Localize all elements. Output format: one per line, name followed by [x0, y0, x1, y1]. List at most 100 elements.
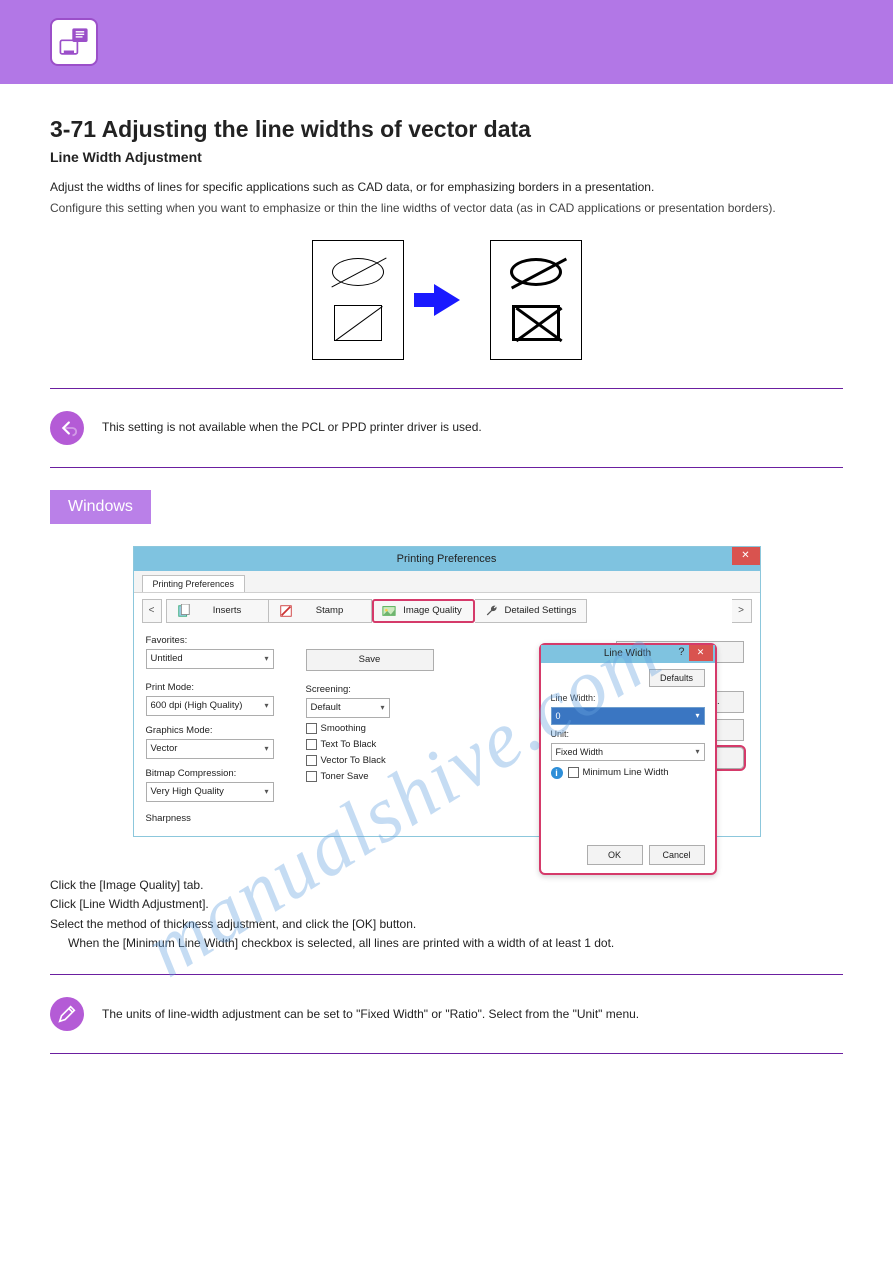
tab-image-quality[interactable]: Image Quality: [372, 599, 475, 623]
printer-driver-icon: [57, 25, 91, 59]
window-tabstrip: Printing Preferences: [134, 571, 760, 593]
dialog-defaults-button[interactable]: Defaults: [649, 669, 705, 687]
select-value: 600 dpi (High Quality): [151, 700, 243, 711]
chevron-down-icon: ▾: [264, 701, 268, 710]
save-button[interactable]: Save: [306, 649, 434, 671]
diagram-after: [490, 240, 582, 360]
line-width-select[interactable]: 0 ▾: [551, 707, 705, 725]
step-3-sub: When the [Minimum Line Width] checkbox i…: [68, 935, 843, 952]
graphics-mode-label: Graphics Mode:: [146, 725, 306, 736]
select-value: Default: [311, 702, 341, 713]
select-value: Vector: [151, 743, 178, 754]
stamp-icon: [279, 604, 293, 618]
chevron-down-icon: ▾: [264, 744, 268, 753]
checkbox-label: Text To Black: [321, 739, 377, 750]
checkbox-label: Toner Save: [321, 771, 369, 782]
select-value: 0: [556, 711, 561, 721]
dialog-help-button[interactable]: ?: [678, 646, 684, 658]
step-2: Click [Line Width Adjustment].: [50, 896, 843, 913]
select-value: Fixed Width: [556, 747, 604, 757]
chevron-down-icon: ▾: [695, 747, 699, 756]
line-width-label: Line Width:: [551, 693, 705, 703]
section-logo: [50, 18, 98, 66]
divider: [50, 1053, 843, 1054]
chevron-down-icon: ▾: [264, 654, 268, 663]
select-value: Untitled: [151, 653, 183, 664]
note-text-2: The units of line-width adjustment can b…: [102, 1006, 639, 1023]
sharpness-label: Sharpness: [146, 813, 306, 824]
os-badge: Windows: [50, 490, 151, 524]
toolbar-prev-button[interactable]: <: [142, 599, 162, 623]
dialog-title: Line Width: [604, 648, 651, 659]
select-value: Very High Quality: [151, 786, 224, 797]
divider: [50, 388, 843, 389]
dialog-ok-button[interactable]: OK: [587, 845, 643, 865]
window-close-button[interactable]: ✕: [732, 547, 760, 565]
step-1: Click the [Image Quality] tab.: [50, 877, 843, 894]
wrench-icon: [485, 604, 499, 618]
inserts-icon: [177, 604, 191, 618]
printing-preferences-window: Printing Preferences ✕ Printing Preferen…: [133, 546, 761, 837]
checkbox-icon: [306, 755, 317, 766]
step-3: Select the method of thickness adjustmen…: [50, 916, 843, 933]
tab-printing-preferences[interactable]: Printing Preferences: [142, 575, 246, 592]
pencil-note-icon: [50, 997, 84, 1031]
window-title: Printing Preferences: [397, 553, 497, 565]
smoothing-checkbox[interactable]: Smoothing: [306, 723, 466, 734]
print-mode-label: Print Mode:: [146, 682, 306, 693]
dialog-cancel-button[interactable]: Cancel: [649, 845, 705, 865]
print-mode-select[interactable]: 600 dpi (High Quality) ▾: [146, 696, 274, 716]
tab-detailed-settings[interactable]: Detailed Settings: [475, 599, 588, 623]
graphics-mode-select[interactable]: Vector ▾: [146, 739, 274, 759]
tab-label: Detailed Settings: [505, 605, 577, 616]
info-icon: i: [551, 767, 563, 779]
bitmap-compression-label: Bitmap Compression:: [146, 768, 306, 779]
header-bar: [0, 0, 893, 84]
divider: [50, 974, 843, 975]
favorites-label: Favorites:: [146, 635, 306, 646]
toner-save-checkbox[interactable]: Toner Save: [306, 771, 466, 782]
checkbox-icon: [306, 723, 317, 734]
intro-line-1: Adjust the widths of lines for specific …: [50, 179, 843, 196]
checkbox-label: Smoothing: [321, 723, 366, 734]
tab-label: Inserts: [197, 605, 258, 616]
line-width-dialog: Line Width ? ✕ Defaults Line Width: 0 ▾ …: [539, 643, 717, 875]
window-titlebar[interactable]: Printing Preferences ✕: [134, 547, 760, 571]
chevron-down-icon: ▾: [380, 703, 384, 712]
bitmap-compression-select[interactable]: Very High Quality ▾: [146, 782, 274, 802]
checkbox-icon: [306, 739, 317, 750]
bold-ellipse-icon: [510, 258, 562, 286]
screening-select[interactable]: Default ▾: [306, 698, 390, 718]
page-subtitle: Line Width Adjustment: [50, 149, 843, 165]
image-quality-icon: [382, 604, 396, 618]
screening-label: Screening:: [306, 684, 466, 695]
checkbox-icon: [306, 771, 317, 782]
checkbox-icon: [568, 767, 579, 778]
minimum-line-width-checkbox[interactable]: Minimum Line Width: [568, 767, 669, 778]
chevron-down-icon: ▾: [264, 787, 268, 796]
unit-label: Unit:: [551, 729, 705, 739]
arrow-right-icon: [434, 284, 460, 316]
tab-label: Image Quality: [402, 605, 464, 616]
divider: [50, 467, 843, 468]
back-note-icon: [50, 411, 84, 445]
note-text-1: This setting is not available when the P…: [102, 419, 482, 436]
checkbox-label: Vector To Black: [321, 755, 386, 766]
text-to-black-checkbox[interactable]: Text To Black: [306, 739, 466, 750]
thin-ellipse-icon: [332, 258, 384, 286]
chevron-down-icon: ▾: [695, 711, 699, 720]
vector-to-black-checkbox[interactable]: Vector To Black: [306, 755, 466, 766]
category-toolbar: < Inserts Stamp Image Quality Detailed S…: [134, 593, 760, 629]
dialog-close-button[interactable]: ✕: [689, 645, 713, 661]
favorites-select[interactable]: Untitled ▾: [146, 649, 274, 669]
toolbar-next-button[interactable]: >: [732, 599, 752, 623]
before-after-diagram: [50, 240, 843, 360]
bold-rect-icon: [512, 305, 560, 341]
tab-stamp[interactable]: Stamp: [269, 599, 372, 623]
unit-select[interactable]: Fixed Width ▾: [551, 743, 705, 761]
intro-line-2: Configure this setting when you want to …: [50, 200, 843, 217]
diagram-before: [312, 240, 404, 360]
dialog-titlebar[interactable]: Line Width ? ✕: [541, 645, 715, 663]
tab-inserts[interactable]: Inserts: [166, 599, 269, 623]
tab-label: Stamp: [299, 605, 361, 616]
